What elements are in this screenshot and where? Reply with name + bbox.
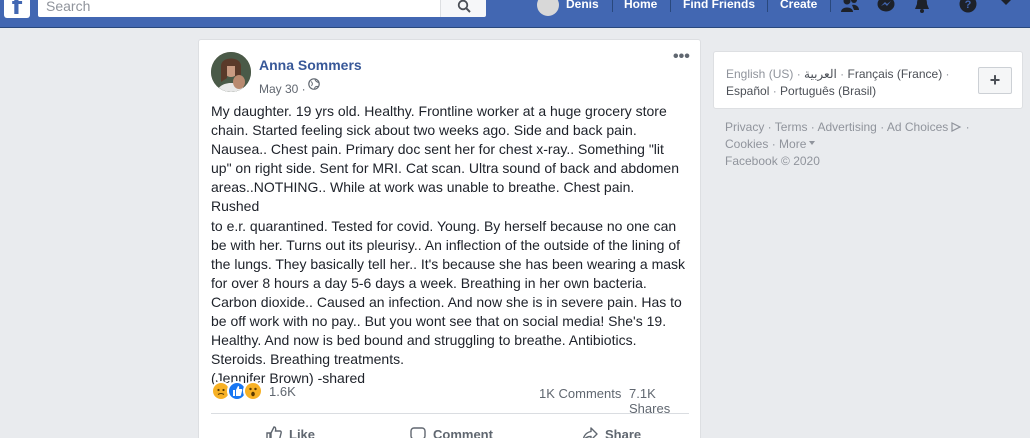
friend-requests-icon[interactable] (840, 0, 860, 14)
copyright-text: Facebook © 2020 (725, 154, 820, 168)
post-text-line: Nausea.. Chest pain. Primary doc sent he… (211, 141, 664, 158)
find-friends-link[interactable]: Find Friends (683, 0, 755, 10)
post-options-more-icon[interactable]: ••• (673, 49, 693, 65)
post-text-line: be off work with no pay.. But you wont s… (211, 313, 667, 330)
post-text-line: areas..NOTHING.. While at work was unabl… (211, 179, 635, 215)
post-text-line: be with her. Turns out its pleurisy.. An… (211, 236, 681, 253)
language-link[interactable]: Português (Brasil) (780, 84, 876, 98)
language-list: English (US) · العربية · Français (Franc… (726, 67, 950, 98)
post-author-name[interactable]: Anna Sommers (259, 57, 362, 73)
comment-label: Comment (433, 426, 493, 438)
current-language: English (US) (726, 67, 794, 81)
post-text-line: to e.r. quarantined. Tested for covid. Y… (211, 217, 677, 234)
search-button[interactable] (440, 0, 486, 17)
language-link[interactable]: العربية (804, 67, 837, 81)
post-timestamp[interactable]: May 30 · (259, 82, 306, 96)
nav-divider (670, 0, 671, 12)
comment-bubble-icon (410, 427, 426, 438)
post-card: Anna Sommers May 30 · ••• My daughter. 1… (198, 39, 701, 438)
profile-link[interactable]: Denis (566, 0, 599, 10)
terms-link[interactable]: Terms (775, 120, 808, 134)
create-link[interactable]: Create (780, 0, 817, 10)
user-avatar[interactable] (537, 0, 559, 16)
post-text: My daughter. 19 yrs old. Healthy. Frontl… (211, 102, 686, 388)
advertising-link[interactable]: Advertising (817, 120, 876, 134)
messenger-icon[interactable] (876, 0, 896, 14)
add-language-button[interactable]: + (978, 67, 1012, 94)
search-icon (457, 0, 471, 13)
post-text-line: Carbon dioxide.. Caused an infection. An… (211, 293, 682, 310)
notifications-icon[interactable] (912, 0, 932, 14)
public-globe-icon[interactable] (308, 78, 320, 90)
cookies-link[interactable]: Cookies (725, 137, 768, 151)
like-thumb-icon (266, 426, 282, 438)
account-menu-chevron-down-icon[interactable] (996, 0, 1016, 14)
post-text-line: the lungs. They basically tell her.. It'… (211, 255, 686, 272)
post-text-line: Steroids. Breathing treatments. (211, 351, 404, 368)
share-label: Share (605, 426, 642, 438)
nav-divider (612, 0, 613, 12)
top-navigation-bar: f Search Denis Home Find Friends Create … (0, 0, 1030, 28)
more-chevron-down-icon[interactable] (808, 139, 816, 147)
ad-choices-icon[interactable] (950, 122, 962, 132)
privacy-link[interactable]: Privacy (725, 120, 764, 134)
comment-button[interactable]: Comment (409, 424, 493, 438)
language-link[interactable]: Español (726, 84, 769, 98)
ad-choices-link[interactable]: Ad Choices (887, 120, 948, 134)
svg-text:?: ? (965, 0, 972, 11)
search-input[interactable]: Search (38, 0, 440, 17)
post-text-line: My daughter. 19 yrs old. Healthy. Frontl… (211, 103, 667, 119)
share-button[interactable]: Share (581, 424, 641, 438)
author-avatar[interactable] (211, 52, 251, 92)
post-text-line: for over 8 hours a day 5-6 days a week. … (211, 274, 647, 291)
nav-divider (767, 0, 768, 12)
help-icon[interactable]: ? (958, 0, 978, 14)
home-link[interactable]: Home (624, 0, 657, 10)
language-selector: English (US) · العربية · Français (Franc… (713, 51, 1023, 109)
post-text-line: Healthy. And now is bed bound and strugg… (211, 332, 637, 349)
reaction-count[interactable]: 1.6K (269, 384, 296, 399)
post-text-line: up" on right side. Sent for MRI. Cat sca… (211, 160, 680, 177)
more-link[interactable]: More (779, 137, 806, 151)
nav-divider (830, 0, 831, 12)
like-button[interactable]: Like (265, 424, 315, 438)
post-text-line: chain. Started feeling sick about two we… (211, 122, 637, 139)
footer-links: Privacy · Terms · Advertising · Ad Choic… (725, 120, 970, 168)
like-label: Like (289, 426, 316, 438)
facebook-logo[interactable]: f (4, 0, 30, 18)
comment-count-link[interactable]: 1K Comments (539, 386, 621, 401)
reactions-bar: 1.6K 1K Comments 7.1K Shares (211, 381, 691, 416)
share-count-link[interactable]: 7.1K Shares (629, 386, 691, 416)
language-link[interactable]: Français (France) (848, 67, 943, 81)
share-arrow-icon (582, 427, 598, 438)
wow-reaction-icon[interactable] (243, 381, 263, 401)
post-divider (211, 413, 689, 414)
